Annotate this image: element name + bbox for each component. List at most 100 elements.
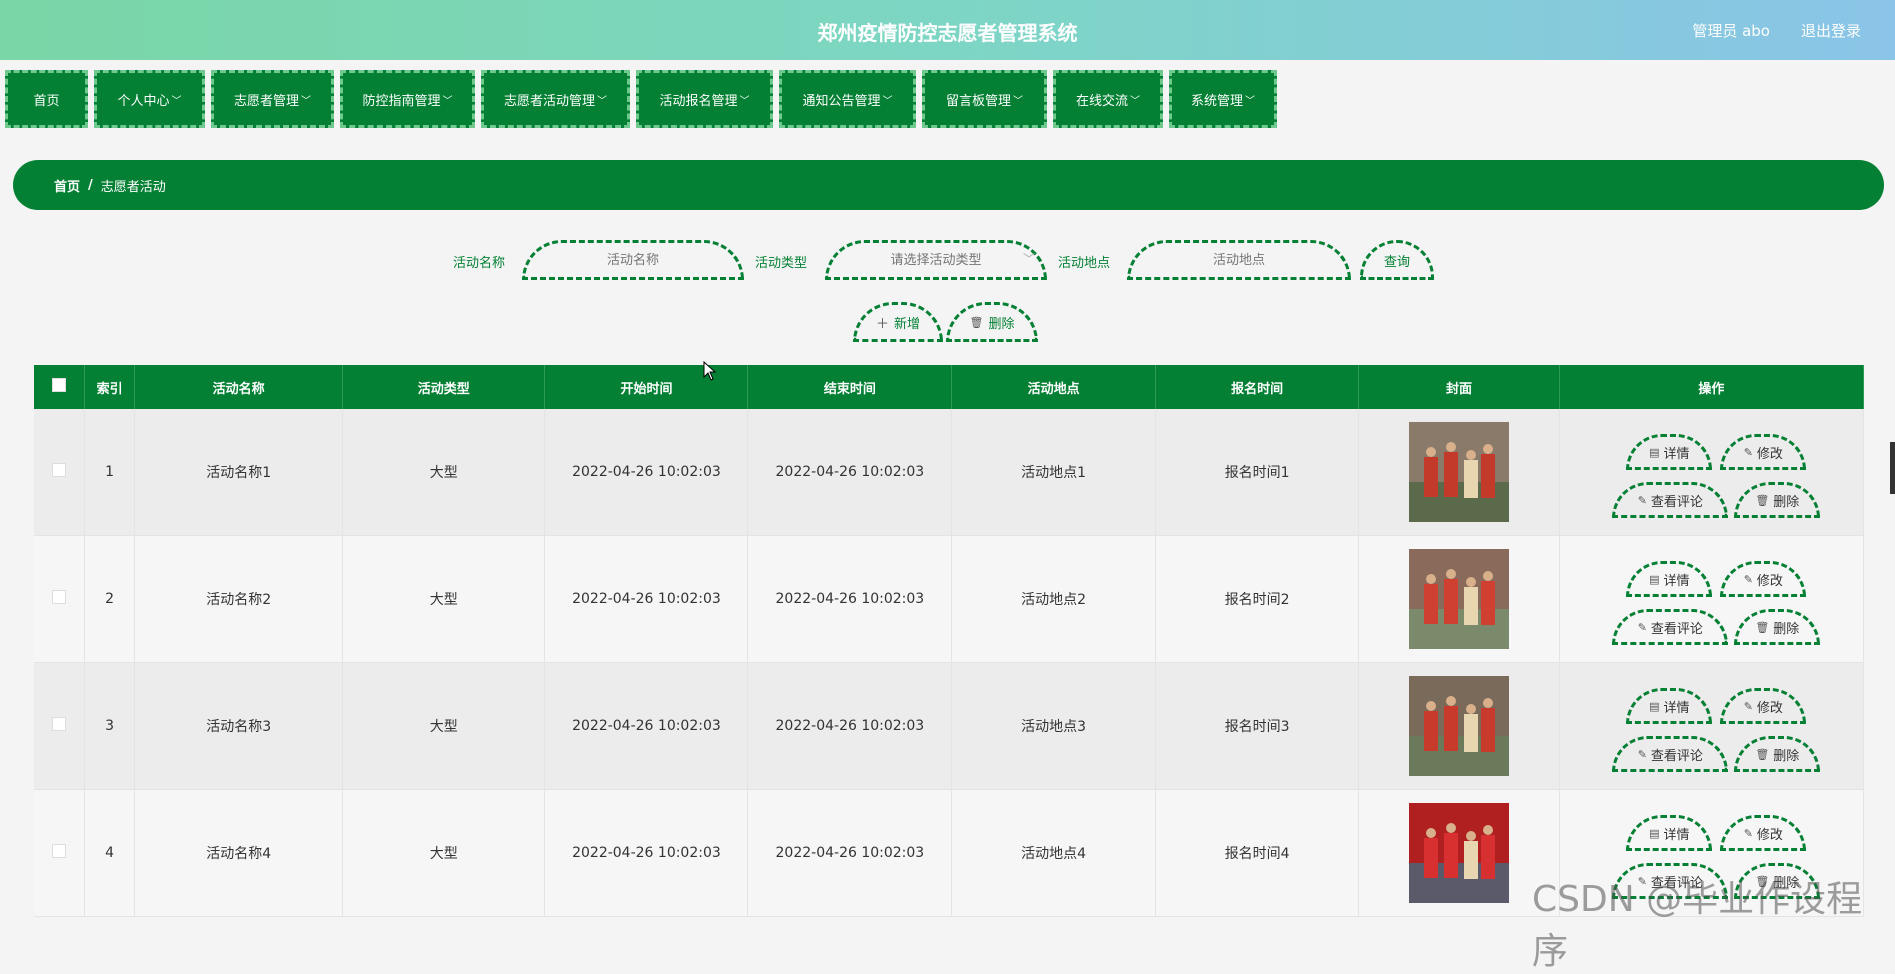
- document-icon: ▤: [1649, 826, 1660, 840]
- nav-item-signup-mgmt[interactable]: 活动报名管理 ﹀: [636, 70, 773, 128]
- delete-button[interactable]: 🗑 删除: [1734, 863, 1821, 899]
- select-all-checkbox[interactable]: [51, 378, 66, 392]
- col-name: 活动名称: [134, 365, 343, 409]
- breadcrumb: 首页 / 志愿者活动: [13, 160, 1884, 210]
- nav-item-system-mgmt[interactable]: 系统管理 ﹀: [1169, 70, 1277, 128]
- col-ops: 操作: [1559, 365, 1865, 409]
- cell-signup: 报名时间1: [1155, 409, 1360, 536]
- nav-item-online-chat[interactable]: 在线交流 ﹀: [1053, 70, 1163, 128]
- cell-ops: ▤ 详情 ✎ 修改 ✎ 查看评论 🗑 删除: [1559, 409, 1865, 536]
- activity-type-label: 活动类型: [755, 256, 808, 271]
- cover-image[interactable]: [1409, 549, 1510, 649]
- chevron-down-icon: ﹀: [1245, 95, 1255, 107]
- cell-end: 2022-04-26 10:02:03: [747, 535, 953, 663]
- col-start: 开始时间: [544, 365, 749, 409]
- col-signup: 报名时间: [1155, 365, 1360, 409]
- cell-place: 活动地点3: [951, 662, 1156, 790]
- row-actions: ▤ 详情 ✎ 修改 ✎ 查看评论 🗑 删除: [1606, 422, 1821, 522]
- cell-type: 大型: [342, 535, 546, 663]
- detail-button[interactable]: ▤ 详情: [1626, 561, 1713, 597]
- cell-name: 活动名称2: [134, 535, 343, 663]
- cover-image[interactable]: [1409, 803, 1510, 903]
- row-checkbox[interactable]: [51, 590, 66, 604]
- activity-place-label: 活动地点: [1058, 256, 1111, 271]
- row-checkbox[interactable]: [51, 463, 66, 477]
- cell-name: 活动名称3: [134, 662, 343, 790]
- nav-item-personal-center[interactable]: 个人中心 ﹀: [94, 70, 205, 128]
- detail-button[interactable]: ▤ 详情: [1626, 815, 1713, 851]
- cell-signup: 报名时间3: [1155, 662, 1360, 790]
- cover-image[interactable]: [1409, 676, 1510, 776]
- activity-name-label: 活动名称: [453, 256, 506, 271]
- row-actions: ▤ 详情 ✎ 修改 ✎ 查看评论 🗑 删除: [1606, 803, 1821, 903]
- row-checkbox[interactable]: [51, 717, 66, 731]
- pencil-icon: ✎: [1743, 572, 1753, 586]
- edit-button[interactable]: ✎ 修改: [1720, 688, 1807, 724]
- detail-button[interactable]: ▤ 详情: [1626, 688, 1713, 724]
- edit-button[interactable]: ✎ 修改: [1720, 434, 1807, 470]
- trash-icon: 🗑: [1755, 747, 1770, 761]
- main-nav: 首页 个人中心 ﹀ 志愿者管理 ﹀ 防控指南管理 ﹀ 志愿者活动管理 ﹀ 活动报名管理 ﹀…: [5, 70, 1283, 134]
- plus-icon: ＋: [875, 316, 889, 332]
- activity-place-input[interactable]: [1127, 240, 1351, 280]
- nav-item-notice-mgmt[interactable]: 通知公告管理 ﹀: [779, 70, 916, 128]
- col-place: 活动地点: [951, 365, 1156, 409]
- chevron-down-icon: ﹀: [882, 95, 893, 107]
- nav-item-message-board[interactable]: 留言板管理 ﹀: [922, 70, 1047, 128]
- cover-image[interactable]: [1409, 422, 1510, 522]
- pencil-icon: ✎: [1637, 493, 1647, 507]
- view-comments-button[interactable]: ✎ 查看评论: [1612, 736, 1729, 772]
- cell-start: 2022-04-26 10:02:03: [544, 409, 749, 536]
- view-comments-button[interactable]: ✎ 查看评论: [1612, 609, 1729, 645]
- row-select-cell: [34, 409, 85, 536]
- cell-signup: 报名时间4: [1155, 789, 1360, 917]
- nav-item-guide-mgmt[interactable]: 防控指南管理 ﹀: [340, 70, 475, 128]
- cell-ops: ▤ 详情 ✎ 修改 ✎ 查看评论 🗑 删除: [1559, 789, 1865, 917]
- trash-icon: 🗑: [1755, 493, 1770, 507]
- row-select-cell: [34, 662, 85, 790]
- mouse-cursor-icon: [703, 361, 717, 381]
- view-comments-button[interactable]: ✎ 查看评论: [1612, 863, 1729, 899]
- chevron-down-icon: ﹀: [171, 95, 182, 107]
- select-all-cell: [34, 365, 85, 409]
- nav-item-home[interactable]: 首页: [5, 70, 88, 128]
- logout-link[interactable]: 退出登录: [1801, 20, 1861, 41]
- nav-item-activity-mgmt[interactable]: 志愿者活动管理 ﹀: [481, 70, 630, 128]
- cell-type: 大型: [342, 662, 546, 790]
- row-actions: ▤ 详情 ✎ 修改 ✎ 查看评论 🗑 删除: [1606, 549, 1821, 649]
- breadcrumb-home[interactable]: 首页: [54, 176, 80, 195]
- row-checkbox[interactable]: [51, 844, 66, 858]
- document-icon: ▤: [1649, 699, 1660, 713]
- activity-table: 索引 活动名称 活动类型 开始时间 结束时间 活动地点 报名时间 封面 操作 1…: [34, 365, 1865, 917]
- delete-button[interactable]: 🗑 删除: [1734, 609, 1821, 645]
- row-select-cell: [34, 535, 85, 663]
- view-comments-button[interactable]: ✎ 查看评论: [1612, 482, 1729, 518]
- cell-start: 2022-04-26 10:02:03: [544, 535, 749, 663]
- admin-label: 管理员 abo: [1692, 22, 1770, 40]
- edit-button[interactable]: ✎ 修改: [1720, 815, 1807, 851]
- query-button[interactable]: 查询: [1360, 240, 1434, 280]
- batch-delete-button[interactable]: 🗑 删除: [946, 302, 1038, 342]
- document-icon: ▤: [1649, 572, 1660, 586]
- table-row: 2 活动名称2 大型 2022-04-26 10:02:03 2022-04-26 10…: [34, 535, 1865, 663]
- activity-name-input[interactable]: [522, 240, 744, 280]
- detail-button[interactable]: ▤ 详情: [1626, 434, 1713, 470]
- app-title: 郑州疫情防控志愿者管理系统: [817, 21, 1078, 45]
- cell-index: 4: [84, 789, 136, 917]
- delete-button[interactable]: 🗑 删除: [1734, 482, 1821, 518]
- edit-button[interactable]: ✎ 修改: [1720, 561, 1807, 597]
- document-icon: ▤: [1649, 445, 1660, 459]
- nav-item-volunteer-mgmt[interactable]: 志愿者管理 ﹀: [211, 70, 334, 128]
- cell-place: 活动地点1: [951, 409, 1156, 536]
- col-type: 活动类型: [342, 365, 546, 409]
- breadcrumb-current: 志愿者活动: [100, 179, 166, 195]
- cell-end: 2022-04-26 10:02:03: [747, 662, 953, 790]
- pencil-icon: ✎: [1637, 747, 1647, 761]
- scrollbar[interactable]: [1890, 442, 1895, 494]
- add-button[interactable]: ＋新增: [853, 302, 943, 342]
- cell-index: 2: [84, 535, 136, 663]
- delete-button[interactable]: 🗑 删除: [1734, 736, 1821, 772]
- activity-type-select[interactable]: [825, 240, 1047, 280]
- trash-icon: 🗑: [1755, 874, 1770, 888]
- cell-cover: [1358, 789, 1560, 917]
